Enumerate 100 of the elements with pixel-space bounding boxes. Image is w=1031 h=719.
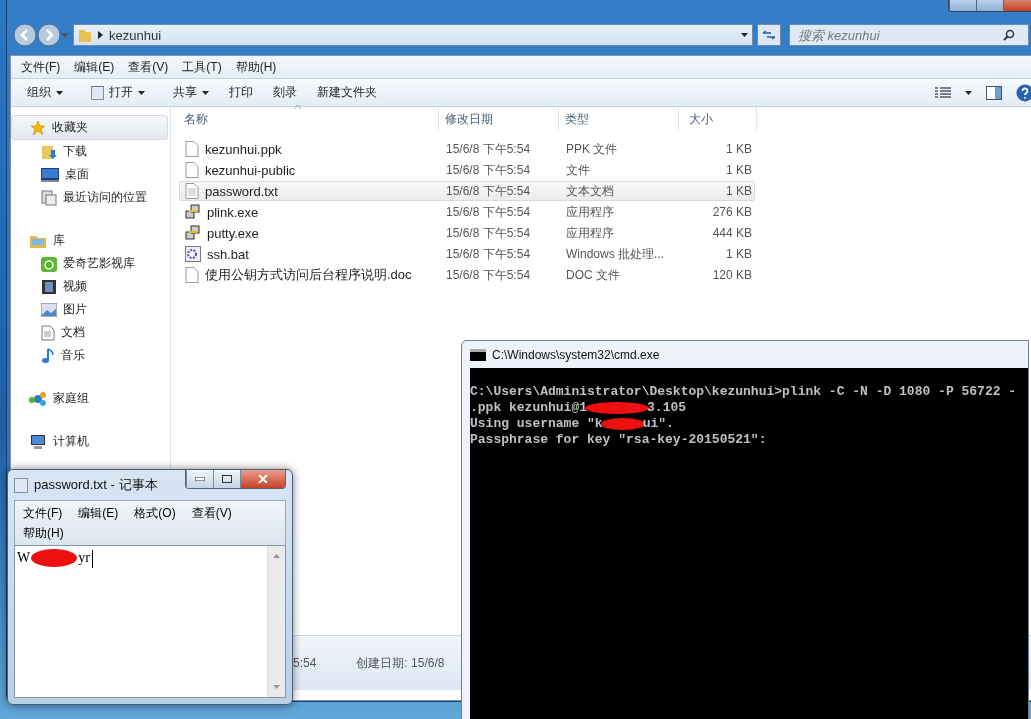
minimize-button[interactable] <box>186 470 213 488</box>
breadcrumb-arrow-icon <box>98 31 103 39</box>
sidebar-item[interactable]: 图片 <box>11 298 170 321</box>
caret-icon <box>202 90 209 95</box>
file-size: 444 KB <box>711 226 752 240</box>
text-area[interactable]: W yr <box>14 545 286 698</box>
preview-pane-icon[interactable] <box>986 85 1002 100</box>
menu-item[interactable]: 帮助(H) <box>235 58 277 76</box>
sidebar-item[interactable]: 最近访问的位置 <box>11 186 170 209</box>
maximize-icon <box>222 475 232 483</box>
picture-icon <box>41 302 57 317</box>
sidebar-group[interactable]: 库 <box>11 229 168 252</box>
file-row[interactable]: plink.exe 15/6/8 下午5:54 应用程序 276 KB <box>179 202 755 222</box>
forward-button[interactable] <box>37 23 61 47</box>
menu-item[interactable]: 查看(V) <box>191 505 232 522</box>
sidebar-item[interactable]: 下载 <box>11 140 170 163</box>
redaction-mark <box>600 418 645 430</box>
sidebar-item[interactable]: 爱奇艺影视库 <box>11 252 170 275</box>
menu-item[interactable]: 文件(F) <box>21 58 61 76</box>
sidebar-group[interactable]: 家庭组 <box>11 387 168 410</box>
toolbar-button[interactable]: 打印 <box>219 81 263 104</box>
maximize-button[interactable] <box>213 470 240 488</box>
scrollbar[interactable] <box>267 546 285 697</box>
file-name: kezunhui-public <box>205 162 296 178</box>
caret-icon <box>965 90 972 95</box>
file-type: DOC 文件 <box>565 266 621 284</box>
file-row[interactable]: password.txt 15/6/8 下午5:54 文本文档 1 KB <box>179 181 755 201</box>
file-icon <box>185 162 199 178</box>
file-name: plink.exe <box>207 204 259 220</box>
caret-icon <box>741 33 748 37</box>
gear-file-icon <box>185 246 201 262</box>
column-header[interactable]: 名称 <box>179 107 439 131</box>
text-file-icon <box>185 183 199 199</box>
file-size: 276 KB <box>711 205 752 219</box>
details-created: 创建日期: 15/6/8 <box>356 654 445 672</box>
media-library-icon <box>41 255 57 272</box>
file-type: Windows 批处理... <box>565 245 665 263</box>
film-icon <box>41 278 57 295</box>
menu-item[interactable]: 查看(V) <box>128 58 169 76</box>
file-name: ssh.bat <box>207 246 249 262</box>
file-row[interactable]: putty.exe 15/6/8 下午5:54 应用程序 444 KB <box>179 223 755 243</box>
modified-date: 15/6/8 下午5:54 <box>445 140 532 158</box>
toolbar-button[interactable]: 刻录 <box>263 81 307 104</box>
file-type: 应用程序 <box>565 224 615 242</box>
file-type: 文本文档 <box>565 182 615 200</box>
caret-icon <box>138 90 145 95</box>
file-size: 120 KB <box>711 268 752 282</box>
file-type: PPK 文件 <box>565 140 619 158</box>
window-title: password.txt - 记事本 <box>34 476 158 494</box>
file-row[interactable]: kezunhui-public 15/6/8 下午5:54 文件 1 KB <box>179 160 755 180</box>
notepad-icon <box>91 85 104 100</box>
sidebar-item[interactable]: 桌面 <box>11 163 170 186</box>
column-header[interactable]: 类型 <box>559 107 679 131</box>
refresh-button[interactable] <box>757 24 781 46</box>
file-name: putty.exe <box>207 225 259 241</box>
back-button[interactable] <box>13 23 37 47</box>
recent-places-icon <box>41 189 57 206</box>
file-name: password.txt <box>205 183 278 199</box>
scroll-up-icon <box>273 554 280 558</box>
help-icon[interactable] <box>1016 83 1031 102</box>
toolbar-button[interactable]: 共享 <box>163 81 219 104</box>
modified-date: 15/6/8 下午5:54 <box>445 182 532 200</box>
modified-date: 15/6/8 下午5:54 <box>445 203 532 221</box>
toolbar-button[interactable]: 组织 <box>23 81 73 104</box>
sidebar-item[interactable]: 视频 <box>11 275 170 298</box>
file-size: 1 KB <box>725 247 752 261</box>
menu-item[interactable]: 帮助(H) <box>23 525 64 542</box>
search-icon <box>1003 29 1015 41</box>
toolbar-button[interactable]: 打开 <box>81 81 155 104</box>
console-line: .ppk kezunhui@1 3.105 <box>470 400 688 416</box>
search-field[interactable]: 搜索 kezunhui <box>789 24 1029 46</box>
toolbar-button[interactable]: 新建文件夹 <box>307 81 387 104</box>
file-row[interactable]: ssh.bat 15/6/8 下午5:54 Windows 批处理... 1 KB <box>179 244 755 264</box>
view-list-icon[interactable] <box>935 86 951 99</box>
star-icon <box>30 119 46 136</box>
sidebar-group[interactable]: 计算机 <box>11 430 168 453</box>
folder-icon <box>78 27 92 43</box>
menu-item[interactable]: 编辑(E) <box>78 505 119 522</box>
file-icon <box>185 267 199 283</box>
menu-item[interactable]: 文件(F) <box>23 505 63 522</box>
sidebar-item[interactable]: 音乐 <box>11 344 170 367</box>
computer-icon <box>29 433 47 450</box>
computers-icon <box>185 225 201 241</box>
minimize-icon <box>195 477 205 481</box>
file-row[interactable]: 使用公钥方式访问后台程序说明.doc 15/6/8 下午5:54 DOC 文件 120 KB <box>179 265 755 285</box>
music-note-icon <box>41 347 55 364</box>
redaction-mark <box>31 549 78 567</box>
address-bar[interactable]: kezunhui <box>73 24 753 46</box>
column-header[interactable]: 大小 <box>679 107 757 131</box>
console-line: Using username "k ui". <box>470 416 675 432</box>
column-header[interactable]: 修改日期 <box>439 107 559 131</box>
file-size: 1 KB <box>725 163 752 177</box>
modified-date: 15/6/8 下午5:54 <box>445 224 532 242</box>
menu-item[interactable]: 格式(O) <box>134 505 176 522</box>
file-row[interactable]: kezunhui.ppk 15/6/8 下午5:54 PPK 文件 1 KB <box>179 139 755 159</box>
menu-item[interactable]: 编辑(E) <box>74 58 115 76</box>
close-button[interactable] <box>240 470 285 488</box>
sidebar-item[interactable]: 文档 <box>11 321 170 344</box>
sidebar-group[interactable]: 收藏夹 <box>11 115 168 140</box>
menu-item[interactable]: 工具(T) <box>182 58 222 76</box>
